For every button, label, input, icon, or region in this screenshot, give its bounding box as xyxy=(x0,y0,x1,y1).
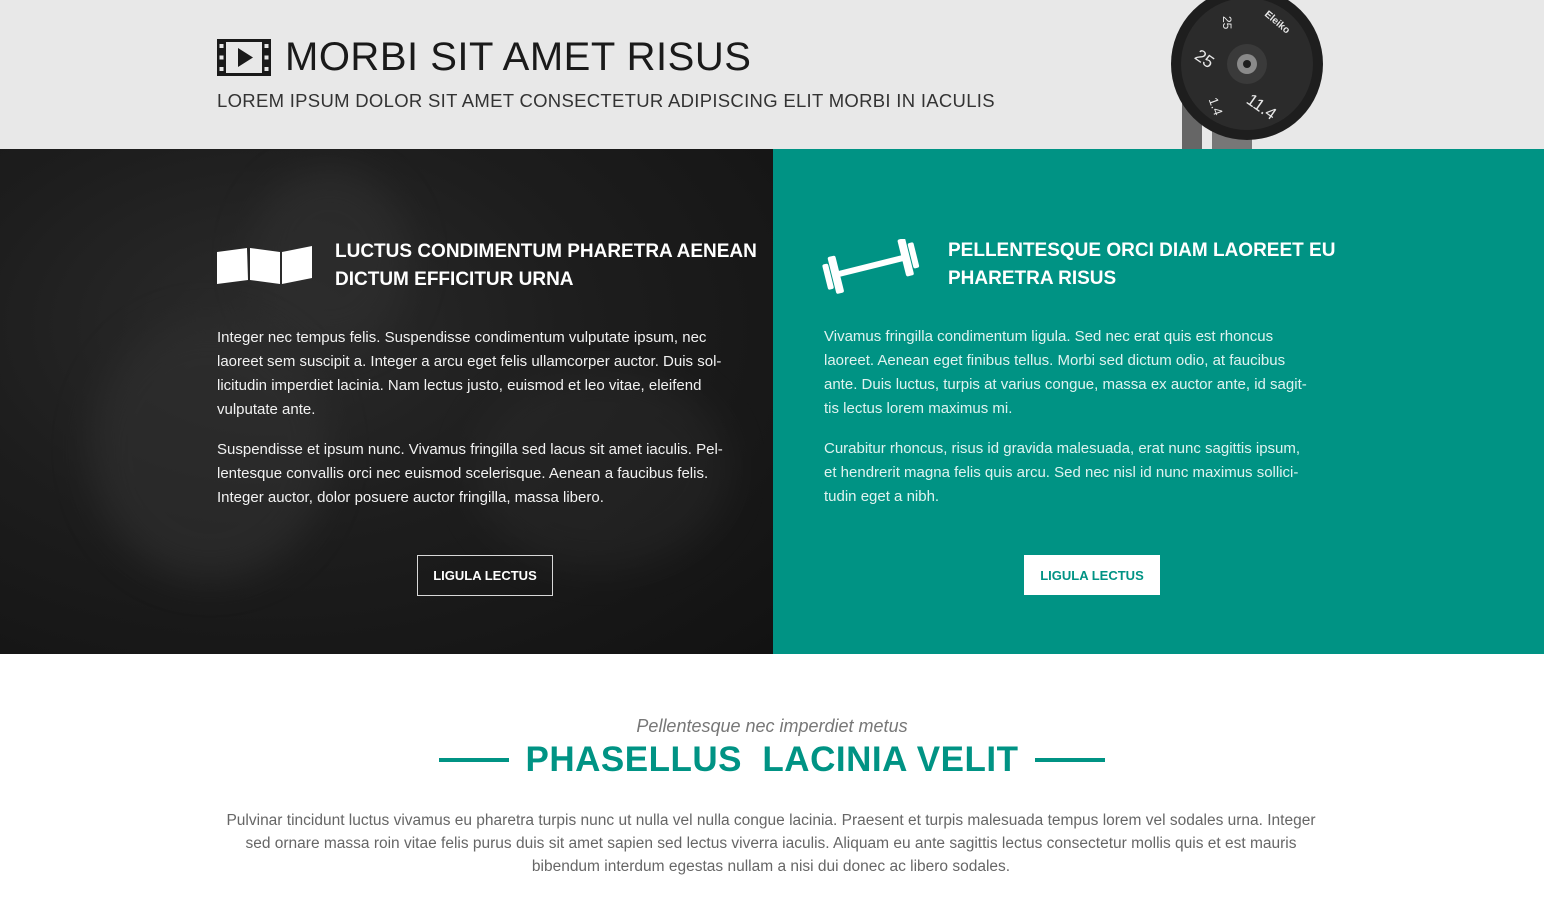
heading-line: DICTUM EFFICITUR URNA xyxy=(335,269,574,290)
section-title-row: PHASELLUS LACINIA VELIT xyxy=(0,740,1544,780)
ligula-lectus-button[interactable]: LIGULA LECTUS xyxy=(417,555,553,596)
para-line: ante. Duis luctus, turpis at varius cong… xyxy=(824,376,1307,393)
title-rule-left xyxy=(438,758,509,762)
title-rule-right xyxy=(1035,758,1106,762)
panel-heading: PELLENTESQUE ORCI DIAM LAOREET EU PHARET… xyxy=(948,237,1335,293)
para-line: Vivamus fringilla condimentum ligula. Se… xyxy=(824,328,1274,345)
heading-line: PHARETRA RISUS xyxy=(948,268,1117,289)
para-line: Suspendisse et ipsum nunc. Vivamus fring… xyxy=(217,441,723,458)
heading-line: LUCTUS CONDIMENTUM PHARETRA AENEAN xyxy=(335,241,757,262)
page-title: MORBI SIT AMET RISUS xyxy=(285,35,752,79)
ligula-lectus-button[interactable]: LIGULA LECTUS xyxy=(1024,555,1160,595)
section-eyebrow: Pellentesque nec imperdiet metus xyxy=(636,716,908,736)
panel-paragraph: Curabitur rhoncus, risus id gravida male… xyxy=(824,437,1300,509)
page-header: MORBI SIT AMET RISUS LOREM IPSUM DOLOR S… xyxy=(0,0,1544,149)
para-line: bibendum interdum egestas nullam a nisi … xyxy=(531,858,1011,875)
panel-paragraph: Vivamus fringilla condimentum ligula. Se… xyxy=(824,325,1307,421)
header-title-row: MORBI SIT AMET RISUS xyxy=(217,34,751,80)
para-line: laoreet. Aenean eget finibus tellus. Mor… xyxy=(824,352,1286,369)
heading-line: PELLENTESQUE ORCI DIAM LAOREET EU xyxy=(948,240,1336,261)
para-line: Integer nec tempus felis. Suspendisse co… xyxy=(217,329,707,346)
film-play-icon xyxy=(217,38,271,76)
para-line: sed ornare massa roin vitae felis purus … xyxy=(245,835,1297,852)
feature-panel-right: PELLENTESQUE ORCI DIAM LAOREET EU PHARET… xyxy=(773,149,1544,654)
para-line: lentesque convallis orci nec euismod sce… xyxy=(217,465,709,482)
map-fold-icon xyxy=(217,246,312,284)
para-line: licitudin imperdiet lacinia. Nam lectus … xyxy=(217,377,702,394)
panel-paragraph: Suspendisse et ipsum nunc. Vivamus fring… xyxy=(217,438,723,510)
para-line: tis lectus lorem maximus mi. xyxy=(824,400,1013,417)
para-line: vulputate ante. xyxy=(217,401,316,418)
section-paragraph: Pulvinar tincidunt luctus vivamus eu pha… xyxy=(210,809,1332,878)
para-line: Integer auctor, dolor posuere auctor fri… xyxy=(217,489,604,506)
para-line: laoreet sem suscipit a. Integer a arcu e… xyxy=(217,353,722,370)
section-title: PHASELLUS LACINIA VELIT xyxy=(525,740,1019,779)
para-line: Pulvinar tincidunt luctus vivamus eu pha… xyxy=(226,812,1316,829)
weight-plate-image: 25 11.4 25 1.4 Eleiko xyxy=(1171,0,1323,149)
para-line: Curabitur rhoncus, risus id gravida male… xyxy=(824,440,1301,457)
page-subtitle: LOREM IPSUM DOLOR SIT AMET CONSECTETUR A… xyxy=(217,90,995,111)
para-line: tudin eget a nibh. xyxy=(824,488,940,505)
feature-panel-left: LUCTUS CONDIMENTUM PHARETRA AENEAN DICTU… xyxy=(0,149,773,654)
panel-paragraph: Integer nec tempus felis. Suspendisse co… xyxy=(217,326,721,422)
plate-label: 25 xyxy=(1220,16,1234,30)
para-line: et hendrerit magna felis quis arcu. Sed … xyxy=(824,464,1299,481)
panel-heading: LUCTUS CONDIMENTUM PHARETRA AENEAN DICTU… xyxy=(335,238,757,294)
dumbbell-icon xyxy=(822,239,920,294)
